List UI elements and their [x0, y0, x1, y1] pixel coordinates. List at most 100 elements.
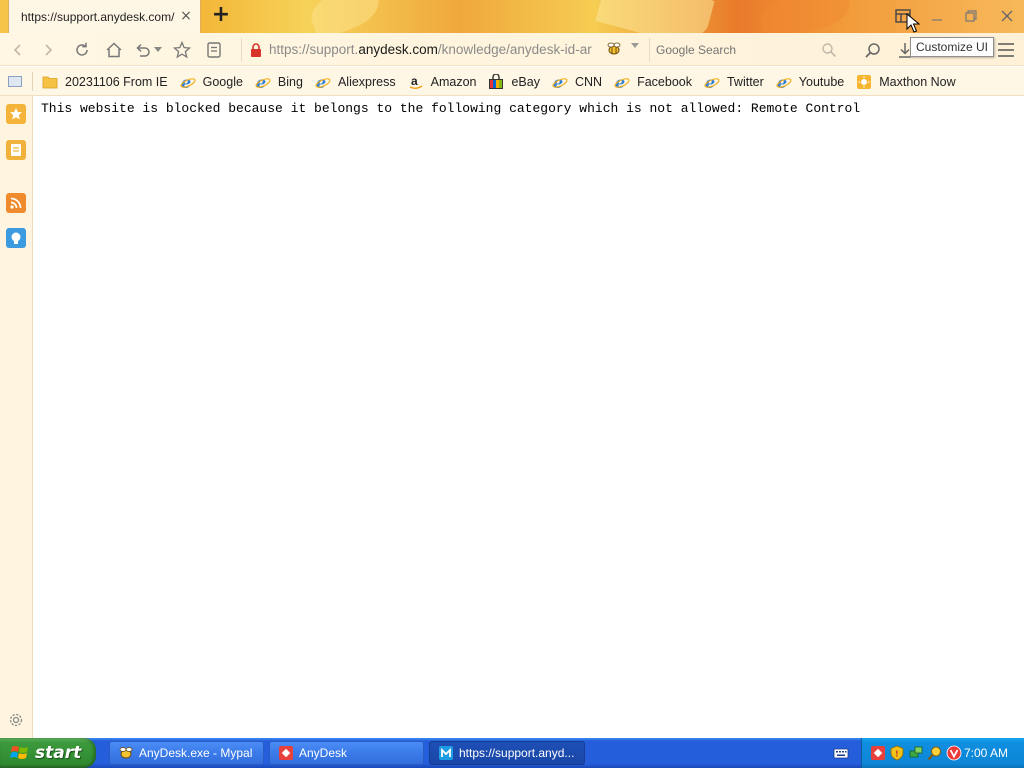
star-icon [10, 108, 22, 120]
taskbar-item-label: AnyDesk.exe - Mypal [139, 746, 253, 760]
sidebar-toggle-icon[interactable] [8, 76, 22, 87]
star-icon [173, 41, 191, 59]
title-bar: https://support.anydesk.com/ × + [0, 0, 1024, 33]
sidebar-settings[interactable] [7, 711, 25, 729]
bookmark-facebook[interactable]: e Facebook [614, 71, 692, 93]
snap-search-button[interactable] [862, 39, 884, 61]
bee-icon[interactable] [606, 41, 622, 57]
bookmark-label: Facebook [637, 74, 692, 89]
lightbulb-icon [11, 232, 21, 244]
undo-dropdown-button[interactable] [152, 39, 164, 61]
navigation-toolbar: https://support.anydesk.com/knowledge/an… [0, 33, 1024, 74]
new-tab-button[interactable]: + [211, 4, 231, 27]
sidebar-notes[interactable] [6, 140, 26, 160]
background-leaf [757, 0, 853, 33]
main-menu-button[interactable] [995, 39, 1017, 61]
ie-icon: e [704, 74, 720, 90]
bookmarks-bar: 20231106 From IE e Google e Bing e Aliex… [0, 67, 1024, 96]
taskbar-item-anydesk[interactable]: AnyDesk [269, 741, 424, 765]
bookmark-label: Twitter [726, 74, 764, 89]
bookmark-twitter[interactable]: e Twitter [704, 71, 764, 93]
minimize-icon [932, 19, 942, 21]
keyboard-icon[interactable] [833, 745, 849, 761]
ebay-icon [488, 73, 504, 90]
reader-mode-button[interactable] [203, 39, 225, 61]
bookmark-google[interactable]: e Google [180, 71, 243, 93]
bookmark-label: eBay [511, 74, 540, 89]
bookmark-label: Google [202, 74, 243, 89]
tab-title: https://support.anydesk.com/ [21, 9, 175, 24]
taskbar-item-mypal[interactable]: AnyDesk.exe - Mypal [109, 741, 264, 765]
bookmark-label: Aliexpress [337, 74, 396, 89]
mypal-icon [118, 745, 134, 761]
minimize-button[interactable] [925, 6, 949, 26]
mouse-cursor-icon [906, 13, 920, 33]
bookmark-youtube[interactable]: e Youtube [776, 71, 844, 93]
maxthon-icon [438, 745, 454, 761]
sidebar-favorites[interactable] [6, 104, 26, 124]
forward-button[interactable] [37, 39, 59, 61]
home-button[interactable] [103, 39, 125, 61]
folder-icon [42, 74, 58, 90]
taskbar-item-maxthon[interactable]: https://support.anyd... [429, 741, 585, 765]
favorite-button[interactable] [171, 39, 193, 61]
bookmark-label: Youtube [798, 74, 845, 89]
magnifier-icon [865, 43, 880, 58]
ie-icon: e [315, 74, 331, 90]
address-text[interactable]: https://support.anydesk.com/knowledge/an… [269, 42, 603, 57]
bookmark-cnn[interactable]: e CNN [552, 71, 602, 93]
ie-icon: e [614, 74, 630, 90]
restore-button[interactable] [959, 6, 983, 26]
tab-active[interactable]: https://support.anydesk.com/ × [8, 0, 201, 33]
bookmark-maxthon-now[interactable]: Maxthon Now [856, 71, 956, 93]
hamburger-menu-icon [998, 43, 1014, 57]
undo-close-tab-button[interactable] [132, 39, 154, 61]
background-leaf [305, 0, 385, 33]
bookmark-aliexpress[interactable]: e Aliexpress [315, 71, 396, 93]
bookmark-ebay[interactable]: eBay [488, 71, 540, 93]
bookmark-amazon[interactable]: a Amazon [408, 71, 477, 93]
anydesk-tray-icon[interactable] [870, 745, 886, 761]
sidebar-tips[interactable] [6, 228, 26, 248]
address-dropdown-icon[interactable] [631, 43, 639, 49]
ie-icon: e [180, 74, 196, 90]
divider [32, 72, 33, 91]
sidebar-rss[interactable] [6, 193, 26, 213]
amazon-icon: a [408, 74, 424, 90]
close-window-button[interactable] [995, 6, 1019, 26]
anydesk-icon [278, 745, 294, 761]
svg-text:a: a [411, 74, 418, 88]
bookmark-label: Bing [277, 74, 303, 89]
start-button[interactable]: start [0, 738, 96, 768]
tab-close-icon[interactable]: × [180, 9, 192, 23]
url-prefix: https://support. [269, 42, 359, 57]
search-icon[interactable] [821, 42, 837, 58]
magnifier-tray-icon[interactable] [927, 745, 943, 761]
lock-icon [251, 43, 261, 57]
address-bar[interactable]: https://support.anydesk.com/knowledge/an… [241, 38, 645, 62]
ie-icon: e [255, 74, 271, 90]
restore-icon [965, 10, 977, 22]
reload-button[interactable] [71, 39, 93, 61]
close-icon [1001, 10, 1013, 22]
chevron-down-icon [154, 47, 162, 52]
network-icon[interactable] [908, 745, 924, 761]
bookmark-list: 20231106 From IE e Google e Bing e Aliex… [42, 67, 968, 96]
windows-logo-icon [10, 746, 28, 759]
bookmark-bing[interactable]: e Bing [255, 71, 303, 93]
search-input[interactable] [656, 41, 816, 59]
note-icon [11, 144, 21, 156]
vivaldi-icon[interactable] [946, 745, 962, 761]
arrow-right-icon [45, 44, 53, 56]
taskbar-item-label: https://support.anyd... [459, 746, 575, 760]
bookmark-folder-20231106[interactable]: 20231106 From IE [42, 71, 168, 93]
shield-icon[interactable]: ! [889, 745, 905, 761]
bookmark-label: CNN [574, 74, 603, 89]
ie-icon: e [776, 74, 792, 90]
maxthon-now-icon [856, 74, 872, 90]
rss-icon [10, 197, 22, 209]
bookmark-label: Amazon [430, 74, 477, 89]
clock: 7:00 AM [963, 746, 1008, 760]
back-button[interactable] [7, 39, 29, 61]
search-box[interactable] [649, 38, 845, 62]
